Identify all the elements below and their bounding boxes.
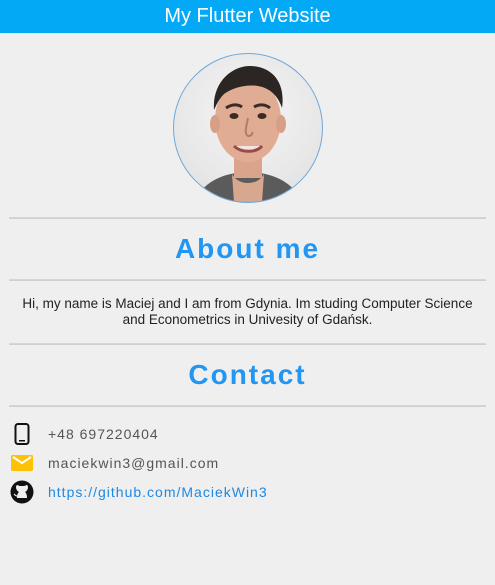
about-text: Hi, my name is Maciej and I am from Gdyn… [22,296,473,327]
profile-photo-icon [193,66,302,202]
app-title: My Flutter Website [164,5,331,27]
email-icon [10,451,34,475]
avatar [172,53,323,203]
about-title: About me [174,233,321,264]
contact-email-text: maciekwin3@gmail.com [48,454,220,471]
contact-phone-row: +48 697220404 [10,419,495,448]
contact-github-link[interactable]: https://github.com/MaciekWin3 [48,484,268,500]
contact-list: +48 697220404 maciekwin3@gmail.com https… [0,419,495,506]
contact-github-row[interactable]: https://github.com/MaciekWin3 [10,477,495,506]
contact-title: Contact [188,359,307,390]
contact-email-row: maciekwin3@gmail.com [10,448,495,477]
github-icon [10,480,34,504]
app-bar: My Flutter Website [0,0,495,33]
smartphone-icon [10,422,34,446]
contact-phone-text: +48 697220404 [48,425,159,442]
avatar-container [0,53,495,203]
